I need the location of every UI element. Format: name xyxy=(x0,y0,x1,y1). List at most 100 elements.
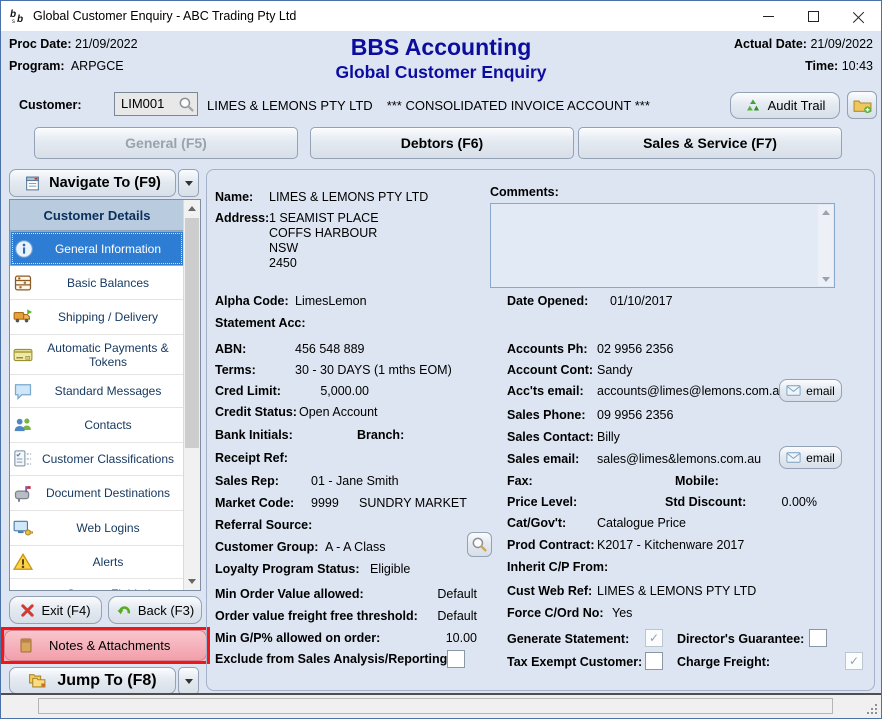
scroll-down-arrow[interactable] xyxy=(818,272,833,286)
comments-scrollbar[interactable] xyxy=(818,205,833,286)
general-information-panel: Name:LIMES & LEMONS PTY LTD Address:1 SE… xyxy=(206,169,875,691)
scroll-up-arrow[interactable] xyxy=(184,200,200,217)
cred-limit-label: Cred Limit: xyxy=(215,384,281,398)
jump-folders-icon xyxy=(28,672,47,689)
tax-exempt-label: Tax Exempt Customer: xyxy=(507,655,642,669)
tab-debtors[interactable]: Debtors (F6) xyxy=(310,127,574,159)
tab-general[interactable]: General (F5) xyxy=(34,127,298,159)
charge-freight-label: Charge Freight: xyxy=(677,655,770,669)
sidebar-item-automatic-payments[interactable]: Automatic Payments & Tokens xyxy=(10,335,184,375)
sidebar-item-label: Document Destinations xyxy=(46,486,170,500)
sidebar-item-label: Customer Classifications xyxy=(42,452,174,466)
actual-date-value: 21/09/2022 xyxy=(810,37,873,51)
loyalty-label: Loyalty Program Status: xyxy=(215,562,359,576)
sales-phone-value: 09 9956 2356 xyxy=(597,408,673,422)
exit-button[interactable]: Exit (F4) xyxy=(9,596,102,624)
customer-code-field[interactable] xyxy=(114,92,198,116)
sidebar-item-shipping-delivery[interactable]: Shipping / Delivery xyxy=(10,300,184,335)
tax-exempt-checkbox[interactable] xyxy=(645,652,663,670)
notes-highlight-annotation: Notes & Attachments xyxy=(1,627,210,664)
sidebar-item-contacts[interactable]: Contacts xyxy=(10,408,184,443)
min-order-value: Default xyxy=(387,587,477,601)
new-folder-button[interactable] xyxy=(847,91,877,119)
maximize-button[interactable] xyxy=(791,1,836,31)
sales-contact-label: Sales Contact: xyxy=(507,430,594,444)
tab-general-label: General (F5) xyxy=(125,135,207,151)
alpha-code-label: Alpha Code: xyxy=(215,294,289,308)
sidebar-item-label: Automatic Payments & Tokens xyxy=(34,341,182,369)
terms-value: 30 - 30 DAYS (1 mths EOM) xyxy=(295,363,452,377)
sidebar-item-customer-classifications[interactable]: Customer Classifications xyxy=(10,443,184,476)
sidebar-item-custom-fields[interactable]: Custom Fields / xyxy=(10,579,184,591)
scroll-up-arrow[interactable] xyxy=(818,205,833,219)
sidebar-item-web-logins[interactable]: Web Logins xyxy=(10,511,184,546)
tab-debtors-label: Debtors (F6) xyxy=(401,135,483,151)
market-code-desc: SUNDRY MARKET xyxy=(359,496,467,510)
window-title: Global Customer Enquiry - ABC Trading Pt… xyxy=(33,9,296,23)
sidebar-item-label: Shipping / Delivery xyxy=(58,310,158,324)
scroll-down-arrow[interactable] xyxy=(184,573,200,590)
sidebar-item-document-destinations[interactable]: Document Destinations xyxy=(10,476,184,511)
address-line: 1 SEAMIST PLACE xyxy=(269,211,379,225)
sales-phone-label: Sales Phone: xyxy=(507,408,586,422)
contacts-icon xyxy=(13,415,33,435)
exclude-sales-checkbox[interactable] xyxy=(447,650,465,668)
cred-limit-value: 5,000.00 xyxy=(295,384,369,398)
navigate-to-button[interactable]: Navigate To (F9) xyxy=(9,169,176,197)
tab-sales-service[interactable]: Sales & Service (F7) xyxy=(578,127,842,159)
abn-label: ABN: xyxy=(215,342,246,356)
directors-guarantee-checkbox[interactable] xyxy=(809,629,827,647)
generate-statement-label: Generate Statement: xyxy=(507,632,629,646)
svg-text:b: b xyxy=(17,14,23,25)
back-button[interactable]: Back (F3) xyxy=(108,596,202,624)
receipt-ref-label: Receipt Ref: xyxy=(215,451,288,465)
sidebar-item-general-information[interactable]: General Information xyxy=(10,231,184,266)
comments-label: Comments: xyxy=(490,185,559,199)
terms-label: Terms: xyxy=(215,363,256,377)
web-logins-icon xyxy=(13,518,33,538)
sales-email-button[interactable]: email xyxy=(779,446,842,469)
balances-icon xyxy=(13,273,33,293)
accounts-ph-value: 02 9956 2356 xyxy=(597,342,673,356)
customer-group-search-button[interactable] xyxy=(467,532,492,557)
cat-govt-value: Catalogue Price xyxy=(597,516,686,530)
back-label: Back (F3) xyxy=(138,603,194,618)
audit-trail-button[interactable]: Audit Trail xyxy=(730,92,840,119)
navigate-to-label: Navigate To (F9) xyxy=(49,175,161,191)
customer-group-label: Customer Group: xyxy=(215,540,318,554)
close-button[interactable] xyxy=(836,1,881,31)
alerts-icon xyxy=(13,552,33,572)
email-icon xyxy=(786,385,801,396)
customer-code-input[interactable] xyxy=(119,95,179,112)
std-discount-label: Std Discount: xyxy=(665,495,746,509)
accounts-ph-label: Accounts Ph: xyxy=(507,342,588,356)
mobile-label: Mobile: xyxy=(675,474,719,488)
scrollbar-thumb[interactable] xyxy=(185,218,199,448)
cust-web-ref-value: LIMES & LEMONS PTY LTD xyxy=(597,584,756,598)
minimize-button[interactable] xyxy=(746,1,791,31)
sidebar-item-alerts[interactable]: Alerts xyxy=(10,546,184,579)
sidebar-item-label: Custom Fields / xyxy=(66,587,149,592)
sales-email-label: Sales email: xyxy=(507,452,579,466)
jump-to-button[interactable]: Jump To (F8) xyxy=(9,667,176,694)
classifications-icon xyxy=(13,449,33,469)
back-arrow-icon xyxy=(116,602,132,618)
jump-to-dropdown[interactable] xyxy=(178,667,199,695)
generate-statement-checkbox[interactable]: ✓ xyxy=(645,629,663,647)
charge-freight-checkbox[interactable]: ✓ xyxy=(845,652,863,670)
navigate-to-dropdown[interactable] xyxy=(178,169,199,197)
sidebar-item-standard-messages[interactable]: Standard Messages xyxy=(10,375,184,408)
sidebar-item-basic-balances[interactable]: Basic Balances xyxy=(10,266,184,300)
force-cord-label: Force C/Ord No: xyxy=(507,606,604,620)
resize-grip[interactable] xyxy=(867,704,877,714)
abn-value: 456 548 889 xyxy=(295,342,365,356)
std-discount-value: 0.00% xyxy=(752,495,817,509)
notes-attachments-button[interactable]: Notes & Attachments xyxy=(4,630,207,661)
time-value: 10:43 xyxy=(842,59,873,73)
nav-scrollbar[interactable] xyxy=(183,200,200,590)
min-gp-label: Min G/P% allowed on order: xyxy=(215,631,380,645)
app-window: bbs Global Customer Enquiry - ABC Tradin… xyxy=(0,0,882,719)
customer-search-icon[interactable] xyxy=(178,96,195,113)
comments-textarea[interactable] xyxy=(490,203,835,288)
accounts-email-button[interactable]: email xyxy=(779,379,842,402)
